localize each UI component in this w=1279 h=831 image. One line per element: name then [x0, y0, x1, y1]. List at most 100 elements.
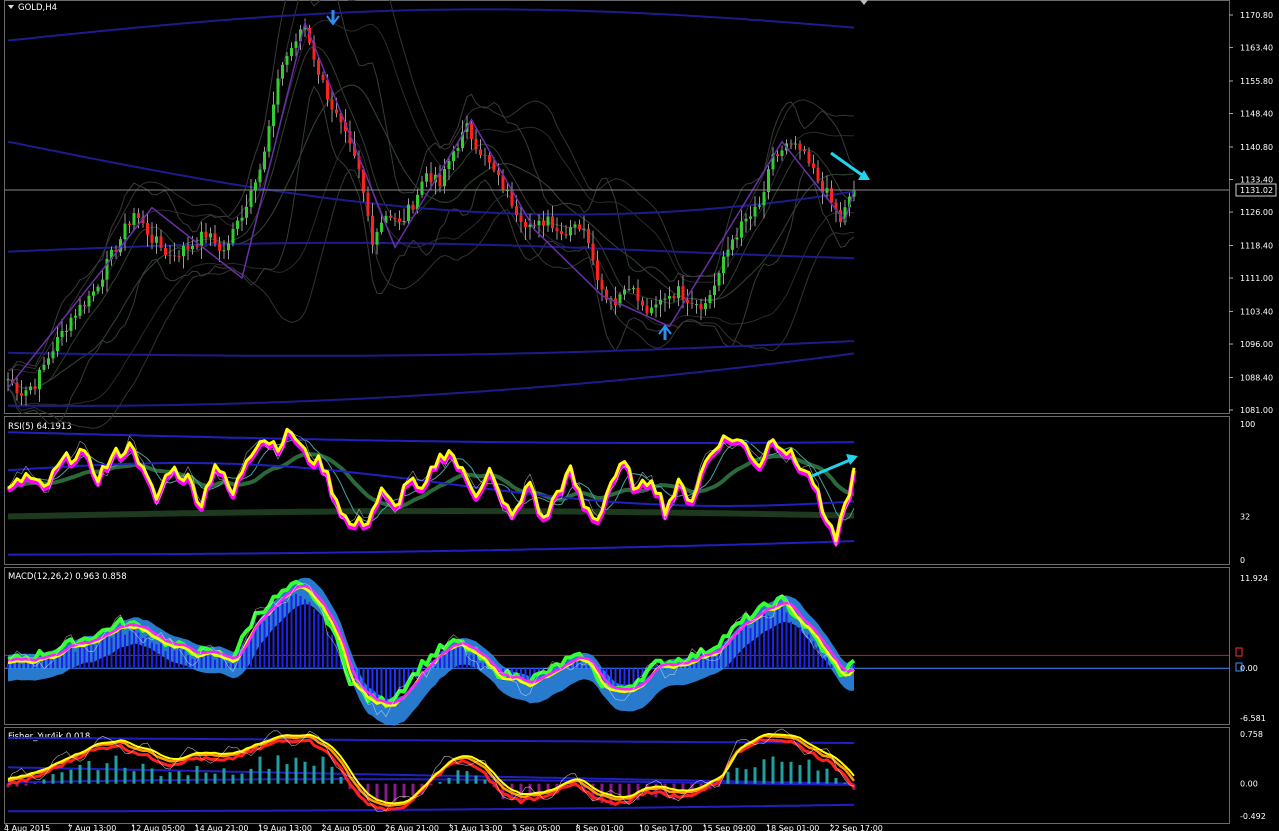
- macd-histogram-bar: [214, 659, 216, 669]
- candle-body: [767, 169, 770, 193]
- price-tick-label: 1103.40: [1240, 307, 1273, 316]
- time-tick-label: 18 Sep 01:00: [766, 824, 819, 831]
- fisher-histogram-bar: [618, 783, 622, 796]
- candle-body: [249, 190, 253, 207]
- candle-body: [758, 205, 761, 207]
- macd-histogram-bar: [803, 634, 806, 669]
- macd-title: MACD(12,26,2) 0.963 0.858: [8, 572, 127, 582]
- candle-body: [290, 47, 293, 56]
- candle-body: [587, 228, 590, 244]
- candle-body: [776, 154, 779, 156]
- candle-body: [803, 149, 806, 152]
- candle-body: [294, 41, 298, 48]
- candle-body: [137, 213, 140, 218]
- candle-body: [20, 393, 23, 396]
- fisher-histogram-bar: [762, 759, 766, 784]
- fisher-histogram-bar: [438, 781, 442, 784]
- candle-body: [492, 162, 496, 171]
- candle-body: [632, 287, 635, 289]
- time-tick-label: 19 Aug 13:00: [258, 824, 312, 831]
- macd-histogram-bar: [385, 668, 387, 706]
- macd-histogram-bar: [326, 631, 329, 669]
- candle-body: [488, 155, 491, 163]
- candle-body: [281, 64, 284, 79]
- fisher-histogram-bar: [816, 770, 820, 784]
- fisher-histogram-bar: [258, 756, 262, 784]
- time-tick-label: 24 Aug 05:00: [322, 824, 376, 831]
- macd-histogram-bar: [812, 640, 815, 669]
- candle-body: [425, 173, 428, 182]
- candle-body: [438, 174, 442, 187]
- candle-body: [537, 220, 541, 226]
- candle-body: [366, 192, 370, 216]
- candle-body: [555, 228, 559, 232]
- candle-body: [519, 215, 523, 222]
- time-tick-label: 26 Aug 21:00: [385, 824, 439, 831]
- candle-body: [672, 296, 676, 299]
- macd-histogram-bar: [380, 668, 383, 699]
- macd-histogram-bar: [317, 613, 320, 669]
- macd-histogram-bar: [173, 650, 176, 669]
- time-tick-label: 4 Aug 2015: [4, 824, 50, 831]
- macd-histogram-bar: [479, 662, 482, 669]
- macd-histogram-bar: [128, 631, 131, 669]
- fisher-histogram-bar: [222, 768, 226, 784]
- candle-body: [645, 305, 649, 314]
- candle-body: [542, 220, 545, 226]
- macd-histogram-bar: [160, 643, 162, 669]
- candle-body: [704, 303, 707, 310]
- candle-body: [420, 181, 424, 195]
- chart-window[interactable]: GOLD,H4 RSI(5) 64.1913 MACD(12,26,2) 0.9…: [0, 0, 1279, 831]
- candle-body: [407, 204, 410, 222]
- rsi-tick-label: 100: [1240, 420, 1255, 429]
- candle-body: [627, 288, 631, 290]
- macd-histogram-bar: [853, 664, 855, 669]
- fisher-histogram-bar: [141, 763, 145, 784]
- candle-body: [713, 285, 716, 295]
- fisher-histogram-bar: [276, 755, 280, 784]
- candle-body: [749, 216, 752, 219]
- candle-body: [668, 296, 671, 299]
- candle-body: [695, 304, 698, 306]
- fisher-histogram-bar: [60, 772, 64, 784]
- candle-body: [677, 286, 680, 299]
- macd-histogram-bar: [205, 654, 207, 669]
- candle-body: [569, 227, 572, 236]
- macd-histogram-bar: [182, 650, 185, 669]
- fisher-histogram-bar: [312, 765, 316, 784]
- candle-body: [335, 109, 338, 114]
- candle-body: [533, 224, 536, 226]
- fisher-histogram-bar: [231, 774, 235, 784]
- macd-histogram-bar: [277, 607, 279, 669]
- candle-body: [699, 304, 703, 310]
- macd-histogram-bar: [794, 625, 797, 669]
- candle-body: [69, 317, 73, 331]
- candle-body: [101, 279, 104, 287]
- fisher-histogram-bar: [627, 783, 631, 796]
- candle-body: [209, 233, 212, 238]
- candle-body: [74, 315, 77, 318]
- time-tick-label: 22 Sep 17:00: [830, 824, 883, 831]
- candle-body: [56, 337, 59, 352]
- macd-histogram-bar: [79, 647, 81, 669]
- macd-histogram-bar: [790, 621, 792, 669]
- candle-body: [231, 228, 235, 244]
- fisher-histogram-bar: [330, 766, 334, 784]
- candle-body: [177, 256, 181, 258]
- fisher-histogram-bar: [447, 777, 451, 784]
- candle-body: [132, 213, 136, 225]
- macd-histogram-bar: [164, 650, 167, 669]
- candle-body: [816, 168, 820, 181]
- candle-body: [708, 294, 712, 304]
- macd-histogram-bar: [772, 617, 774, 669]
- macd-histogram-bar: [272, 607, 275, 669]
- fisher-histogram-bar: [24, 783, 28, 786]
- macd-histogram-bar: [218, 657, 221, 669]
- fisher-tick-label: 0.758: [1240, 730, 1263, 739]
- fisher-histogram-bar: [735, 767, 739, 784]
- macd-histogram-bar: [299, 596, 302, 669]
- candle-body: [740, 221, 743, 238]
- chart-title: GOLD,H4: [18, 3, 57, 13]
- fisher-histogram-bar: [483, 779, 487, 784]
- candle-body: [483, 155, 487, 157]
